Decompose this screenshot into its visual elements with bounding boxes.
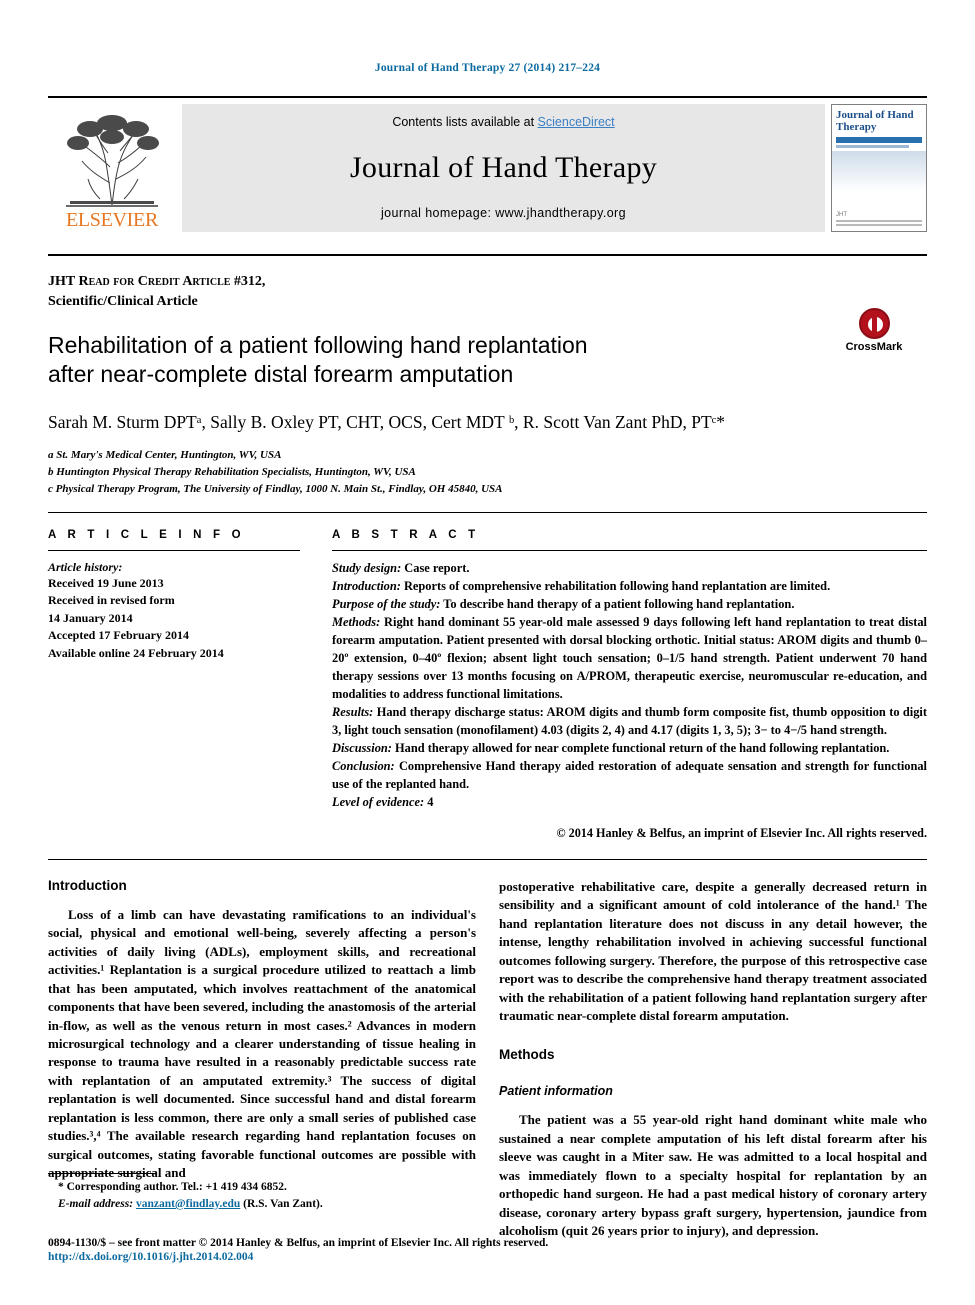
masthead-bottom-rule [48,254,927,256]
abstract-label: Introduction: [332,579,401,593]
article-page: Journal of Hand Therapy 27 (2014) 217–22… [0,0,975,1305]
section-heading-introduction: Introduction [48,877,127,893]
history-revised-label: Received in revised form [48,593,175,608]
affiliation-list: a St. Mary's Medical Center, Huntington,… [48,447,927,498]
footnotes-block: * Corresponding author. Tel.: +1 419 434… [48,1172,476,1214]
masthead-top-rule [48,96,927,98]
crossmark-icon [858,308,890,339]
article-history-label: Article history: [48,560,123,575]
history-revised-date: 14 January 2014 [48,610,133,625]
abstract-text: Reports of comprehensive rehabilitation … [400,579,831,593]
abstract-entry-discussion: Discussion: Hand therapy allowed for nea… [332,740,927,758]
abstract-label: Discussion: [332,740,392,755]
body-column-right: postoperative rehabilitative care, despi… [499,878,927,1249]
abstract-text: 4 [424,794,434,809]
title-line-1: Rehabilitation of a patient following ha… [48,331,588,358]
abstract-heading: A B S T R A C T [332,529,480,542]
abstract-label: Purpose of the study: [332,596,441,611]
info-abstract-row: A R T I C L E I N F O Article history: R… [48,529,927,841]
abstract-text: Hand therapy discharge status: AROM digi… [332,704,927,737]
article-info-heading: A R T I C L E I N F O [48,529,245,542]
cover-accent-bar-2 [836,145,910,149]
affiliation-a: a St. Mary's Medical Center, Huntington,… [48,448,282,461]
abstract-column: A B S T R A C T Study design: Case repor… [332,529,927,841]
running-head: Journal of Hand Therapy 27 (2014) 217–22… [374,62,601,74]
cover-band: Journal of Hand Therapy [832,105,926,152]
introduction-paragraph-continued: postoperative rehabilitative care, despi… [499,878,927,1023]
article-info-rule [48,550,300,552]
abstract-text: To describe hand therapy of a patient fo… [440,596,795,611]
abstract-text: Case report. [401,561,470,576]
crossmark-badge[interactable]: CrossMark [821,308,927,353]
footnote-rule [48,1172,156,1174]
page-title: Rehabilitation of a patient following ha… [48,331,788,391]
article-credit-line: JHT Read for Credit Article #312, Scient… [48,272,927,313]
credit-line-text: JHT Read for Credit Article #312, [48,274,266,289]
elsevier-wordmark: ELSEVIER [65,209,159,231]
abstract-label: Methods: [332,614,381,629]
affiliation-b: b Huntington Physical Therapy Rehabilita… [48,465,416,478]
issn-copyright-line: 0894-1130/$ – see front matter © 2014 Ha… [48,1237,549,1249]
cover-footer-logo: JHT [836,212,847,218]
history-accepted: Accepted 17 February 2014 [48,628,189,643]
abstract-label: Level of evidence: [332,794,425,809]
introduction-paragraph: Loss of a limb can have devastating rami… [48,906,476,1181]
cover-footer-rule-1 [836,220,922,222]
article-type-text: Scientific/Clinical Article [48,294,198,310]
history-received: Received 19 June 2013 [48,576,164,591]
abstract-label: Study design: [332,561,402,576]
subsection-heading-patient-information: Patient information [499,1084,613,1099]
abstract-entry-study-design: Study design: Case report. [332,560,927,578]
sciencedirect-link[interactable]: ScienceDirect [538,115,615,129]
footnote-corresponding-author: * Corresponding author. Tel.: +1 419 434… [58,1180,287,1193]
affiliation-c: c Physical Therapy Program, The Universi… [48,482,503,495]
email-owner: (R.S. Van Zant). [240,1197,323,1210]
abstract-text: Right hand dominant 55 year-old male ass… [332,614,927,701]
email-link[interactable]: vanzant@findlay.edu [136,1198,240,1210]
section-heading-methods: Methods [499,1047,555,1063]
title-line-2: after near-complete distal forearm amput… [48,361,514,388]
cover-accent-bar [836,137,922,144]
abstract-text: Comprehensive Hand therapy aided restora… [332,758,927,791]
footnote-email: E-mail address: vanzant@findlay.edu (R.S… [48,1196,476,1213]
cover-footer-rule-2 [836,224,922,226]
history-available-online: Available online 24 February 2014 [48,645,224,660]
patient-information-paragraph: The patient was a 55 year-old right hand… [499,1112,927,1239]
column-gap [300,529,332,841]
cover-artwork [832,151,926,209]
page-footer: 0894-1130/$ – see front matter © 2014 Ha… [48,1237,928,1263]
elsevier-logo: ELSEVIER [48,104,176,232]
journal-cover-thumbnail: Journal of Hand Therapy JHT [831,104,927,232]
author-list: Sarah M. Sturm DPTᵃ, Sally B. Oxley PT, … [48,412,725,433]
masthead-center-panel: Contents lists available at ScienceDirec… [182,104,825,232]
journal-title: Journal of Hand Therapy [349,150,658,184]
body-top-rule [48,858,927,860]
elsevier-tree-icon [60,113,164,209]
abstract-label: Conclusion: [332,758,395,773]
crossmark-label: CrossMark [845,341,903,353]
journal-homepage[interactable]: journal homepage: www.jhandtherapy.org [381,206,626,220]
abstract-entry-introduction: Introduction: Reports of comprehensive r… [332,578,927,596]
body-column-gap [476,878,499,1249]
contents-prefix: Contents lists available at [392,115,538,129]
doi-link[interactable]: http://dx.doi.org/10.1016/j.jht.2014.02.… [48,1251,928,1263]
email-address-label: E-mail address: [58,1197,134,1210]
abstract-text: Hand therapy allowed for near complete f… [391,740,890,755]
contents-line: Contents lists available at ScienceDirec… [392,115,614,129]
abstract-entry-methods: Methods: Right hand dominant 55 year-old… [332,614,927,704]
abstract-entry-results: Results: Hand therapy discharge status: … [332,704,927,740]
article-info-column: A R T I C L E I N F O Article history: R… [48,529,300,841]
cover-footer: JHT [832,209,926,231]
abstract-label: Results: [332,704,374,719]
info-top-rule [48,512,927,514]
abstract-rule [332,550,927,552]
cover-title: Journal of Hand Therapy [836,109,914,133]
journal-masthead: ELSEVIER Contents lists available at Sci… [48,104,927,232]
abstract-copyright: © 2014 Hanley & Belfus, an imprint of El… [556,825,927,840]
abstract-entry-level-of-evidence: Level of evidence: 4 [332,794,927,812]
abstract-entry-purpose: Purpose of the study: To describe hand t… [332,596,927,614]
abstract-entry-conclusion: Conclusion: Comprehensive Hand therapy a… [332,758,927,794]
